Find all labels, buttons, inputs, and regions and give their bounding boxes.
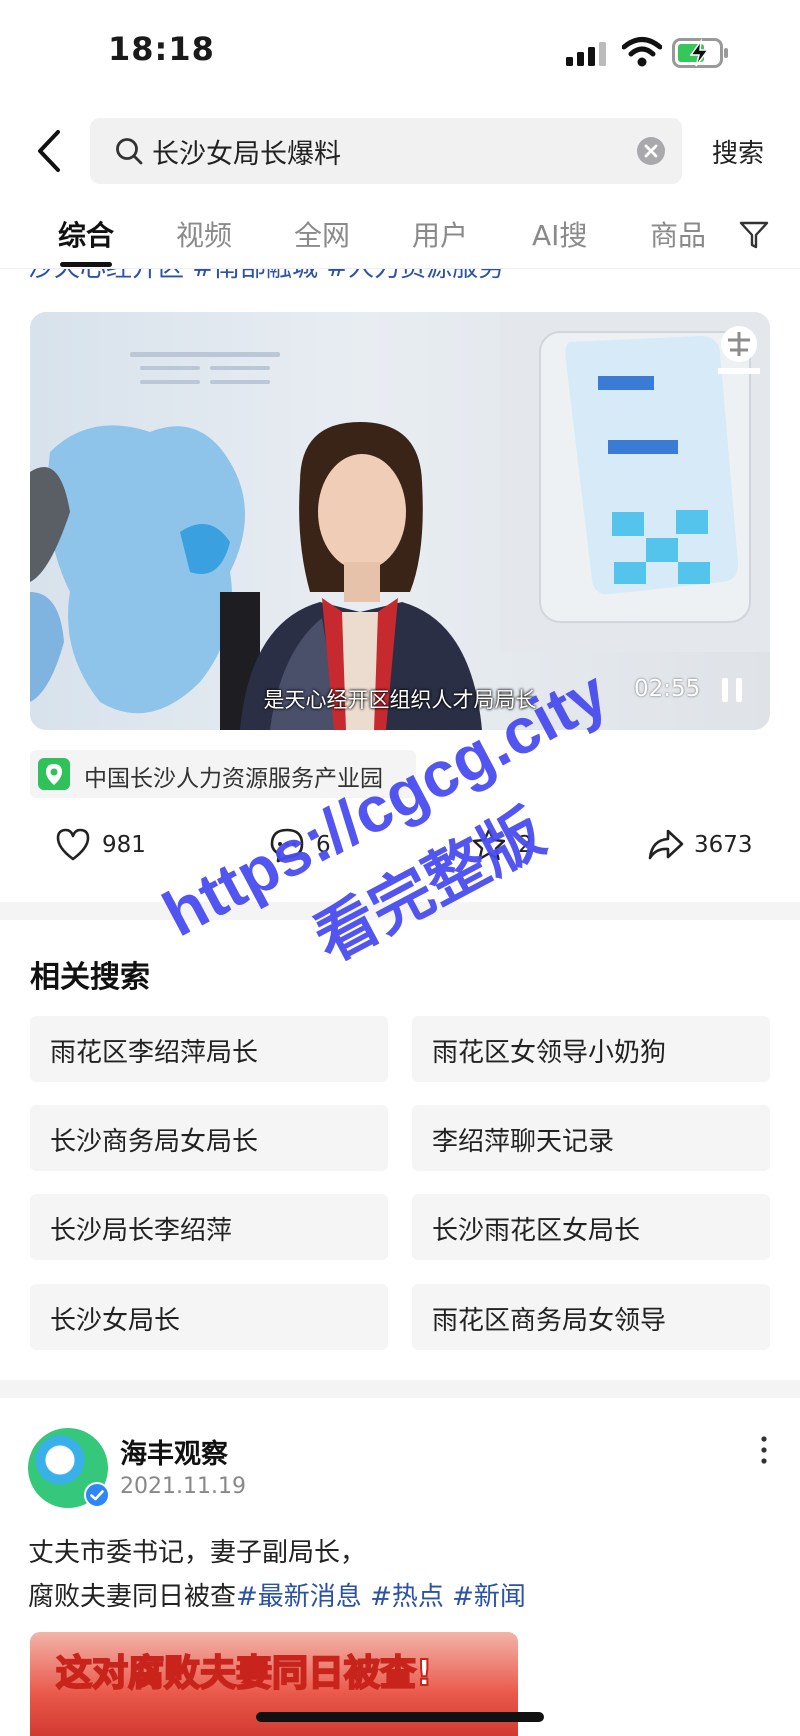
more-options-icon[interactable]: [756, 1434, 772, 1466]
related-search-item[interactable]: 长沙雨花区女局长: [412, 1194, 770, 1260]
related-search-item[interactable]: 长沙商务局女局长: [30, 1105, 388, 1171]
status-time: 18:18: [108, 30, 215, 68]
search-input[interactable]: 长沙女局长爆料: [90, 118, 682, 184]
tab-video[interactable]: 视频: [176, 214, 232, 254]
author-name[interactable]: 海丰观察: [120, 1432, 228, 1471]
hashtag-link[interactable]: #热点: [370, 1582, 444, 1612]
post-date: 2021.11.19: [120, 1474, 246, 1499]
hashtag-link[interactable]: #新闻: [452, 1582, 526, 1612]
channel-logo: [718, 326, 760, 374]
thumbnail-title: 这对腐败夫妻同日被查!: [55, 1652, 433, 1695]
video-player[interactable]: 是天心经开区组织人才局局长 02:55: [30, 312, 770, 730]
tab-users[interactable]: 用户: [412, 214, 468, 254]
clear-icon[interactable]: [636, 136, 666, 166]
related-search-item[interactable]: 李绍萍聊天记录: [412, 1105, 770, 1171]
cellular-signal-icon: [566, 42, 606, 66]
active-tab-indicator: [60, 262, 112, 267]
section-divider: [0, 1380, 800, 1398]
pause-icon[interactable]: [720, 676, 744, 704]
post-text-line: 腐败夫妻同日被查#最新消息 #热点 #新闻: [28, 1576, 526, 1613]
tab-products[interactable]: 商品: [650, 214, 706, 254]
back-arrow-icon[interactable]: [32, 128, 72, 174]
wifi-icon: [622, 37, 662, 67]
related-search-item[interactable]: 雨花区商务局女领导: [412, 1284, 770, 1350]
post-text-line: 丈夫市委书记，妻子副局长，: [28, 1538, 367, 1568]
post-hashtags[interactable]: 沙天心经开区 #南部融城 #人力资源服务: [28, 269, 504, 284]
location-pin-icon: [38, 758, 70, 790]
hashtag-link[interactable]: #最新消息: [236, 1582, 362, 1612]
search-icon: [116, 138, 143, 165]
post-text: 腐败夫妻同日被查: [28, 1582, 237, 1612]
search-button[interactable]: 搜索: [712, 133, 764, 170]
filter-icon[interactable]: [738, 220, 770, 250]
tab-ai-search[interactable]: AI搜: [532, 214, 587, 254]
related-searches-title: 相关搜索: [30, 960, 150, 995]
search-query: 长沙女局长爆料: [152, 139, 341, 170]
verified-badge-icon: [84, 1482, 110, 1508]
tab-web[interactable]: 全网: [294, 214, 350, 254]
search-tabs: 综合 视频 全网 用户 AI搜 商品: [0, 206, 800, 268]
status-bar: 18:18: [0, 0, 800, 100]
battery-charging-icon: [672, 38, 728, 68]
related-search-item[interactable]: 长沙局长李绍萍: [30, 1194, 388, 1260]
heart-icon: [56, 828, 90, 861]
related-search-item[interactable]: 长沙女局长: [30, 1284, 388, 1350]
home-indicator: [256, 1712, 544, 1722]
post-hashtags-clipped: 沙天心经开区 #南部融城 #人力资源服务: [0, 269, 800, 287]
tab-comprehensive[interactable]: 综合: [58, 214, 114, 254]
related-search-item[interactable]: 雨花区女领导小奶狗: [412, 1016, 770, 1082]
